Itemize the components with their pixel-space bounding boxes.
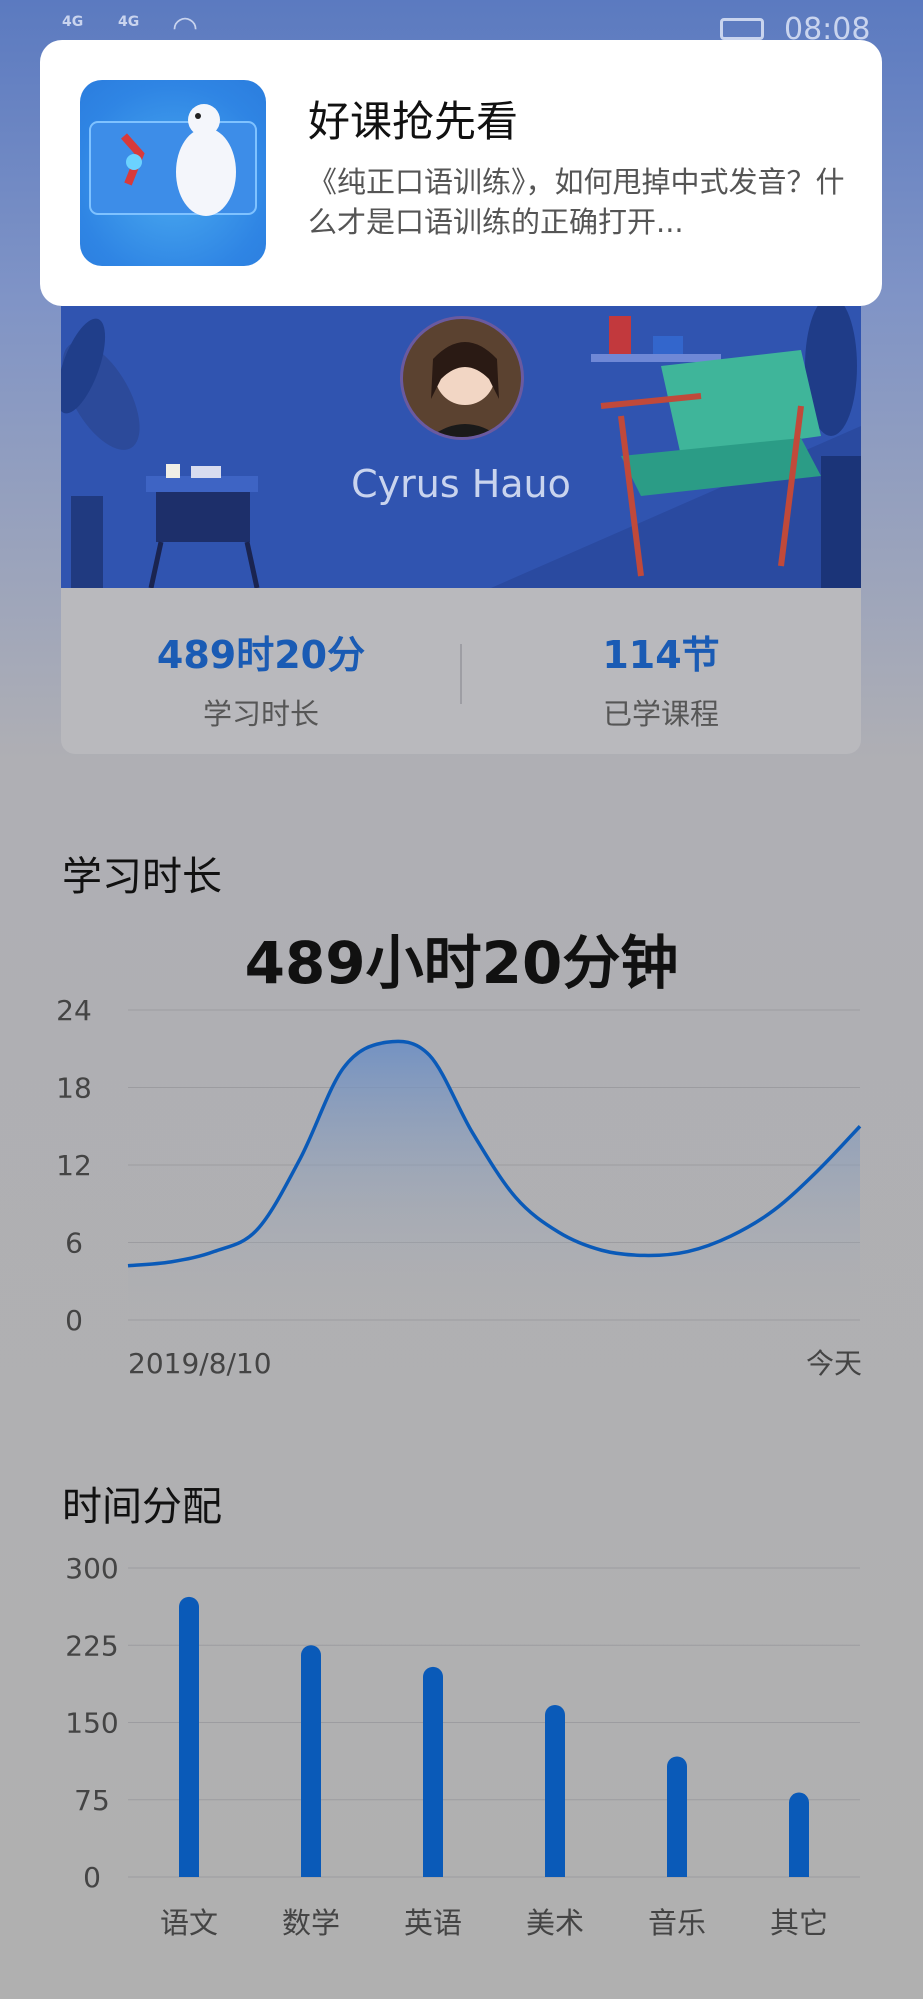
y-tick-label: 0 xyxy=(65,1304,83,1337)
category-label: 美术 xyxy=(526,1906,584,1940)
y-tick-label: 6 xyxy=(65,1227,83,1260)
courses-value: 114节 xyxy=(602,633,720,677)
bar-base xyxy=(545,1865,565,1877)
bar-base xyxy=(423,1865,443,1877)
bar-base xyxy=(301,1865,321,1877)
app-icon xyxy=(80,80,266,266)
study-total: 489小时20分钟 xyxy=(244,929,679,997)
y-tick-label: 12 xyxy=(56,1149,92,1182)
bar-base xyxy=(667,1865,687,1877)
avatar[interactable] xyxy=(400,316,524,440)
bar[interactable] xyxy=(789,1792,809,1877)
courses-stat[interactable]: 114节 已学课程 xyxy=(461,624,861,733)
study-section-title: 学习时长 xyxy=(62,854,222,900)
battery-icon xyxy=(720,18,764,40)
study-time-label: 学习时长 xyxy=(202,697,319,731)
bar[interactable] xyxy=(179,1596,199,1877)
study-time-value: 489时20分 xyxy=(156,633,366,677)
category-label: 音乐 xyxy=(648,1906,706,1940)
user-name: Cyrus Hauo xyxy=(351,462,571,506)
y-tick-label: 0 xyxy=(83,1861,101,1894)
x-start-label: 2019/8/10 xyxy=(128,1347,272,1380)
bar[interactable] xyxy=(667,1756,687,1877)
notification-body: 《纯正口语训练》，如何甩掉中式发音？什么才是口语训练的正确打开... xyxy=(308,165,845,239)
distribution-section-title: 时间分配 xyxy=(62,1484,222,1530)
bar[interactable] xyxy=(301,1645,321,1877)
bar[interactable] xyxy=(545,1704,565,1877)
notification-title: 好课抢先看 xyxy=(308,97,519,146)
category-label: 语文 xyxy=(160,1906,218,1940)
signal-2-label: 4G xyxy=(118,14,140,30)
signal-1-label: 4G xyxy=(62,14,84,30)
area-fill xyxy=(128,1041,860,1320)
profile-banner: Cyrus Hauo xyxy=(61,306,861,588)
time-distribution-bar-chart: 0 75 150 225 300 语文 数学 英语 美术 音乐 其它 xyxy=(65,1552,860,1940)
bar-base xyxy=(789,1865,809,1877)
category-label: 数学 xyxy=(282,1906,340,1940)
course-notification[interactable]: 好课抢先看 《纯正口语训练》，如何甩掉中式发音？什么才是口语训练的正确打开... xyxy=(40,40,882,306)
y-tick-label: 18 xyxy=(56,1072,92,1105)
category-label: 英语 xyxy=(404,1906,462,1940)
category-label: 其它 xyxy=(770,1906,828,1940)
y-tick-label: 300 xyxy=(65,1552,118,1585)
y-tick-label: 24 xyxy=(56,994,92,1027)
profile-stats: 489时20分 学习时长 114节 已学课程 xyxy=(61,588,861,754)
courses-label: 已学课程 xyxy=(602,697,719,731)
x-end-label: 今天 xyxy=(806,1347,862,1380)
y-tick-label: 225 xyxy=(65,1629,118,1662)
y-tick-label: 150 xyxy=(65,1707,118,1740)
study-time-stat[interactable]: 489时20分 学习时长 xyxy=(61,624,461,733)
study-time-line-chart: 0 6 12 18 24 2019/8/10 今天 xyxy=(56,994,862,1380)
bar-base xyxy=(179,1865,199,1877)
bar[interactable] xyxy=(423,1666,443,1877)
y-tick-label: 75 xyxy=(74,1784,110,1817)
